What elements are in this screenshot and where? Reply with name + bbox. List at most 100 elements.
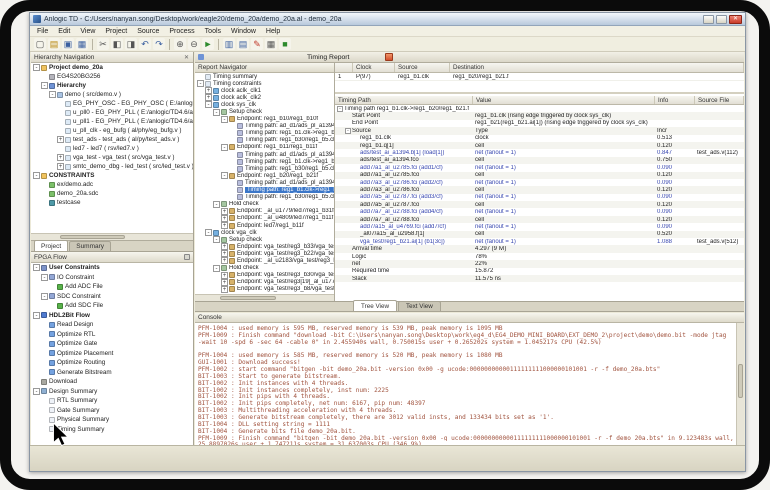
flow-item[interactable]: - Design Summary: [31, 387, 193, 397]
timing-path-row[interactable]: Arrival time 4.297 (9 lvl): [335, 245, 744, 252]
expander-icon[interactable]: [57, 109, 64, 116]
flow-item[interactable]: Optimize Gate: [31, 339, 193, 349]
expander-icon[interactable]: [41, 321, 48, 328]
nav-tree-item[interactable]: Timing path: ad_d1/ads_pl_a1394.clk->reg…: [195, 151, 334, 158]
flow-item[interactable]: RTL Summary: [31, 396, 193, 406]
expander-icon[interactable]: +: [221, 250, 228, 257]
expander-icon[interactable]: +: [205, 94, 212, 101]
nav-tree-item[interactable]: Timing summary: [195, 73, 334, 80]
expander-icon[interactable]: +: [221, 243, 228, 250]
timing-path-row[interactable]: reg1_b1.q[1] cell 0.120: [335, 142, 744, 149]
expander-icon[interactable]: [353, 217, 359, 223]
timing-path-row[interactable]: - Timing path reg1_b1.clk->reg1_b20/reg1…: [335, 105, 744, 112]
expander-icon[interactable]: [229, 187, 236, 194]
expander-icon[interactable]: -: [205, 101, 212, 108]
expander-icon[interactable]: [41, 359, 48, 366]
expander-icon[interactable]: +: [57, 154, 64, 161]
expander-icon[interactable]: +: [57, 136, 64, 143]
expander-icon[interactable]: [229, 194, 236, 201]
expander-icon[interactable]: [41, 331, 48, 338]
nav-tree-item[interactable]: - Setup check: [195, 236, 334, 243]
tree-item[interactable]: - demo ( src/demo.v ): [31, 90, 193, 99]
zoom-out-icon[interactable]: ⊖: [188, 38, 200, 50]
copy-icon[interactable]: ◧: [111, 38, 123, 50]
nav-tree-item[interactable]: - Endpoint: reg1_b10/reg1_b10f: [195, 116, 334, 123]
expander-icon[interactable]: [345, 113, 351, 119]
expander-icon[interactable]: [353, 150, 359, 156]
expander-icon[interactable]: [41, 369, 48, 376]
nav-tree-item[interactable]: - Endpoint: reg1_b20/reg1_b21f: [195, 172, 334, 179]
tree-item[interactable]: testcase: [31, 198, 193, 207]
expander-icon[interactable]: [49, 283, 56, 290]
power-icon[interactable]: ■: [279, 38, 291, 50]
undo-icon[interactable]: ↶: [139, 38, 151, 50]
timing-path-row[interactable]: Start Point reg1_b1.clk (rising edge tri…: [335, 112, 744, 119]
expander-icon[interactable]: [353, 194, 359, 200]
open-icon[interactable]: ▤: [48, 38, 60, 50]
nav-tree-item[interactable]: - Hold check: [195, 201, 334, 208]
expander-icon[interactable]: [49, 302, 56, 309]
toolbar-separator[interactable]: [92, 39, 93, 50]
save-icon[interactable]: ▣: [62, 38, 74, 50]
expander-icon[interactable]: -: [41, 82, 48, 89]
expander-icon[interactable]: -: [221, 172, 228, 179]
expander-icon[interactable]: +: [221, 222, 228, 229]
expander-icon[interactable]: [345, 261, 351, 267]
expander-icon[interactable]: [57, 145, 64, 152]
expander-icon[interactable]: +: [221, 208, 228, 215]
expander-icon[interactable]: -: [33, 64, 40, 71]
flow-item[interactable]: Gate Summary: [31, 406, 193, 416]
timing-path-row[interactable]: End Point reg1_b21(reg1_b21.ai[1]) (risi…: [335, 120, 744, 127]
expander-icon[interactable]: [229, 137, 236, 144]
nav-tree-item[interactable]: + clock aclk_clk2: [195, 94, 334, 101]
scrollbar-thumb[interactable]: [738, 364, 743, 398]
nav-tree-item[interactable]: - Setup check: [195, 108, 334, 115]
nav-tree-item[interactable]: Timing path: reg1_b1.clk->reg1_b11/reg1_…: [195, 158, 334, 165]
pin-icon[interactable]: [184, 254, 190, 260]
timing-path-row[interactable]: _al07/a15_al_u2958.f[1] cell 0.520: [335, 231, 744, 238]
expander-icon[interactable]: [41, 73, 48, 80]
expander-icon[interactable]: [33, 378, 40, 385]
nav-tree-item[interactable]: Timing path: reg1_b1.clk->reg1_b20/reg1_…: [195, 187, 334, 194]
expander-icon[interactable]: [345, 254, 351, 260]
expander-icon[interactable]: [353, 209, 359, 215]
expander-icon[interactable]: [353, 135, 359, 141]
expander-icon[interactable]: -: [221, 144, 228, 151]
nav-tree-item[interactable]: - Timing constraints: [195, 80, 334, 87]
flow-item[interactable]: Add SDC File: [31, 301, 193, 311]
expander-icon[interactable]: [229, 123, 236, 130]
expander-icon[interactable]: -: [197, 80, 204, 87]
expander-icon[interactable]: -: [213, 109, 220, 116]
nav-tree-item[interactable]: + Endpoint: vga_test/reg3_b33/vga_test/r…: [195, 243, 334, 250]
menu-item[interactable]: Project: [100, 28, 132, 35]
expander-icon[interactable]: [41, 199, 48, 206]
scrollbar-thumb[interactable]: [60, 235, 125, 239]
expander-icon[interactable]: -: [49, 91, 56, 98]
timing-path-row[interactable]: Slack 11.575 ns: [335, 275, 744, 282]
menu-item[interactable]: Tools: [200, 28, 226, 35]
menu-item[interactable]: Edit: [53, 28, 75, 35]
expander-icon[interactable]: -: [33, 312, 40, 319]
flow-item[interactable]: - SDC Constraint: [31, 292, 193, 302]
nav-tree-item[interactable]: Timing path: ad_d1/ads_pl_a1394.clk->reg…: [195, 179, 334, 186]
tab-text-view[interactable]: Text View: [398, 301, 441, 311]
console-output[interactable]: PFM-1004 : used memory is 595 MB, reserv…: [195, 323, 736, 445]
timing-path-row[interactable]: add7/a7_al_u2788.fci (add4/cf) net (fano…: [335, 208, 744, 215]
nav-tree-item[interactable]: + Endpoint: vga_test/reg3_b22/vga_test/r…: [195, 250, 334, 257]
nav-tree-item[interactable]: Timing path: reg1_b30/reg1_b5.clk->reg1_…: [195, 194, 334, 201]
expander-icon[interactable]: -: [213, 265, 220, 272]
nav-tree-item[interactable]: + Endpoint: _al_u4809/led7/reg1_b11f: [195, 215, 334, 222]
toolbar-separator[interactable]: [169, 39, 170, 50]
timing-path-row[interactable]: Required time 15.872: [335, 268, 744, 275]
console-scrollbar[interactable]: [736, 323, 744, 445]
menu-item[interactable]: Process: [164, 28, 199, 35]
flow-item[interactable]: Add ADC File: [31, 282, 193, 292]
expander-icon[interactable]: -: [41, 274, 48, 281]
expander-icon[interactable]: [229, 151, 236, 158]
expander-icon[interactable]: -: [33, 172, 40, 179]
expander-icon[interactable]: [41, 340, 48, 347]
flow-item[interactable]: Optimize Routing: [31, 358, 193, 368]
redo-icon[interactable]: ↷: [153, 38, 165, 50]
expander-icon[interactable]: +: [221, 286, 228, 293]
tree-item[interactable]: + vga_test - vga_test ( src/vga_test.v ): [31, 153, 193, 162]
